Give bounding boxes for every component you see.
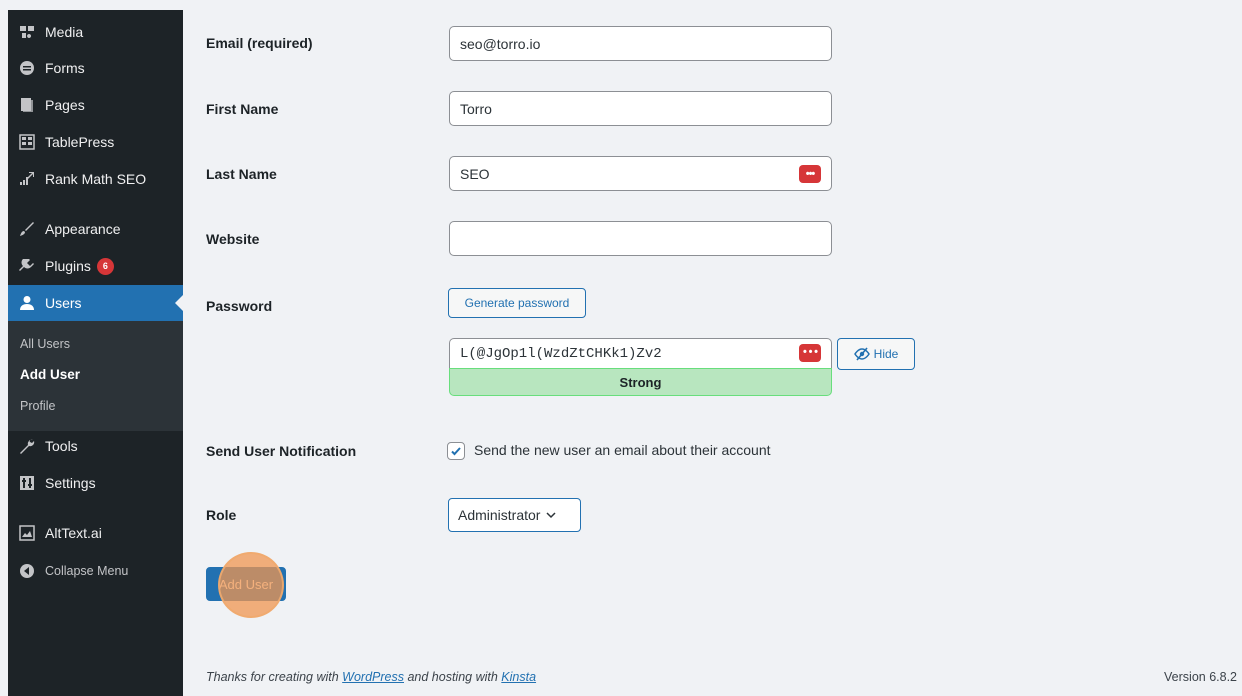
sidebar-item-media[interactable]: Media	[8, 14, 183, 50]
send-notification-text: Send the new user an email about their a…	[474, 442, 771, 458]
sidebar-item-label: Appearance	[45, 221, 121, 237]
role-label: Role	[206, 507, 237, 523]
settings-icon	[19, 475, 35, 491]
hide-password-button[interactable]: Hide	[837, 338, 915, 370]
sidebar-item-label: Plugins	[45, 258, 91, 274]
password-value: L(@JgOp1l(WzdZtCHKk1)Zv2	[460, 346, 662, 362]
sidebar-item-label: Settings	[45, 475, 96, 491]
footer-credits: Thanks for creating with WordPress and h…	[206, 670, 536, 684]
rank-math-icon	[19, 171, 35, 187]
sidebar-item-label: Collapse Menu	[45, 564, 129, 578]
kinsta-link[interactable]: Kinsta	[501, 670, 536, 684]
first-name-value: Torro	[460, 100, 492, 117]
email-label: Email (required)	[206, 35, 313, 51]
first-name-field[interactable]: Torro	[449, 91, 832, 126]
sidebar-item-alttext-ai[interactable]: AltText.ai	[8, 515, 183, 551]
pages-icon	[19, 97, 35, 113]
sidebar-item-label: TablePress	[45, 134, 115, 150]
users-icon	[19, 295, 35, 311]
add-user-form: Email (required) seo@torro.io First Name…	[183, 10, 1242, 696]
sidebar-item-label: AltText.ai	[45, 525, 102, 541]
appearance-icon	[19, 221, 35, 237]
admin-sidebar: Media Forms Pages TablePress Rank Math S…	[8, 10, 183, 696]
footer-text-prefix: Thanks for creating with	[206, 670, 343, 684]
sidebar-item-rank-math-seo[interactable]: Rank Math SEO	[8, 161, 183, 197]
send-notification-checkbox[interactable]	[447, 442, 465, 460]
tablepress-icon	[19, 134, 35, 150]
alttext-icon	[19, 525, 35, 541]
chevron-down-icon	[546, 512, 556, 519]
last-name-field[interactable]: SEO •••	[449, 156, 832, 191]
last-name-value: SEO	[460, 165, 490, 182]
sidebar-item-label: Media	[45, 24, 84, 40]
checkmark-icon	[451, 447, 461, 456]
eye-slash-icon	[853, 347, 870, 361]
sidebar-item-settings[interactable]: Settings	[8, 465, 183, 501]
submenu-item-add-user[interactable]: Add User	[20, 367, 80, 382]
tools-icon	[19, 438, 35, 454]
first-name-label: First Name	[206, 101, 279, 117]
password-label: Password	[206, 298, 273, 314]
email-field[interactable]: seo@torro.io	[449, 26, 832, 61]
submenu-item-all-users[interactable]: All Users	[20, 337, 70, 351]
sidebar-item-label: Tools	[45, 438, 78, 454]
media-icon	[19, 24, 35, 40]
submenu-item-profile[interactable]: Profile	[20, 399, 55, 413]
active-indicator-arrow	[175, 295, 183, 311]
sidebar-item-label: Users	[45, 295, 82, 311]
send-notification-label: Send User Notification	[206, 443, 357, 459]
forms-icon	[19, 60, 35, 76]
sidebar-item-tablepress[interactable]: TablePress	[8, 124, 183, 160]
last-name-label: Last Name	[206, 166, 277, 182]
sidebar-item-label: Pages	[45, 97, 85, 113]
version-text: Version 6.8.2	[1164, 670, 1237, 684]
collapse-icon	[19, 563, 35, 579]
password-field[interactable]: L(@JgOp1l(WzdZtCHKk1)Zv2 •••	[449, 338, 832, 369]
sidebar-item-label: Rank Math SEO	[45, 171, 147, 187]
wordpress-link[interactable]: WordPress	[342, 670, 404, 684]
generate-password-button[interactable]: Generate password	[448, 288, 586, 318]
sidebar-item-label: Forms	[45, 60, 85, 76]
sidebar-item-plugins[interactable]: Plugins 6	[8, 248, 183, 284]
website-field[interactable]	[449, 221, 832, 256]
plugins-icon	[19, 258, 35, 274]
hide-password-label: Hide	[873, 347, 899, 361]
role-select[interactable]: Administrator	[448, 498, 581, 532]
add-user-button[interactable]: Add User	[206, 567, 286, 601]
footer-text-middle: and hosting with	[404, 670, 502, 684]
website-label: Website	[206, 231, 260, 247]
role-selected-value: Administrator	[458, 507, 541, 523]
sidebar-item-forms[interactable]: Forms	[8, 50, 183, 86]
email-value: seo@torro.io	[460, 35, 541, 52]
password-manager-icon[interactable]: •••	[799, 165, 821, 183]
sidebar-item-pages[interactable]: Pages	[8, 87, 183, 123]
collapse-menu-button[interactable]: Collapse Menu	[8, 553, 183, 589]
sidebar-item-appearance[interactable]: Appearance	[8, 211, 183, 247]
plugins-update-badge: 6	[96, 257, 114, 275]
sidebar-item-tools[interactable]: Tools	[8, 428, 183, 464]
password-strength-indicator: Strong	[449, 368, 832, 396]
sidebar-item-users[interactable]: Users	[8, 285, 183, 321]
password-manager-icon[interactable]: •••	[799, 344, 821, 362]
users-submenu: All Users Add User Profile	[8, 321, 183, 431]
